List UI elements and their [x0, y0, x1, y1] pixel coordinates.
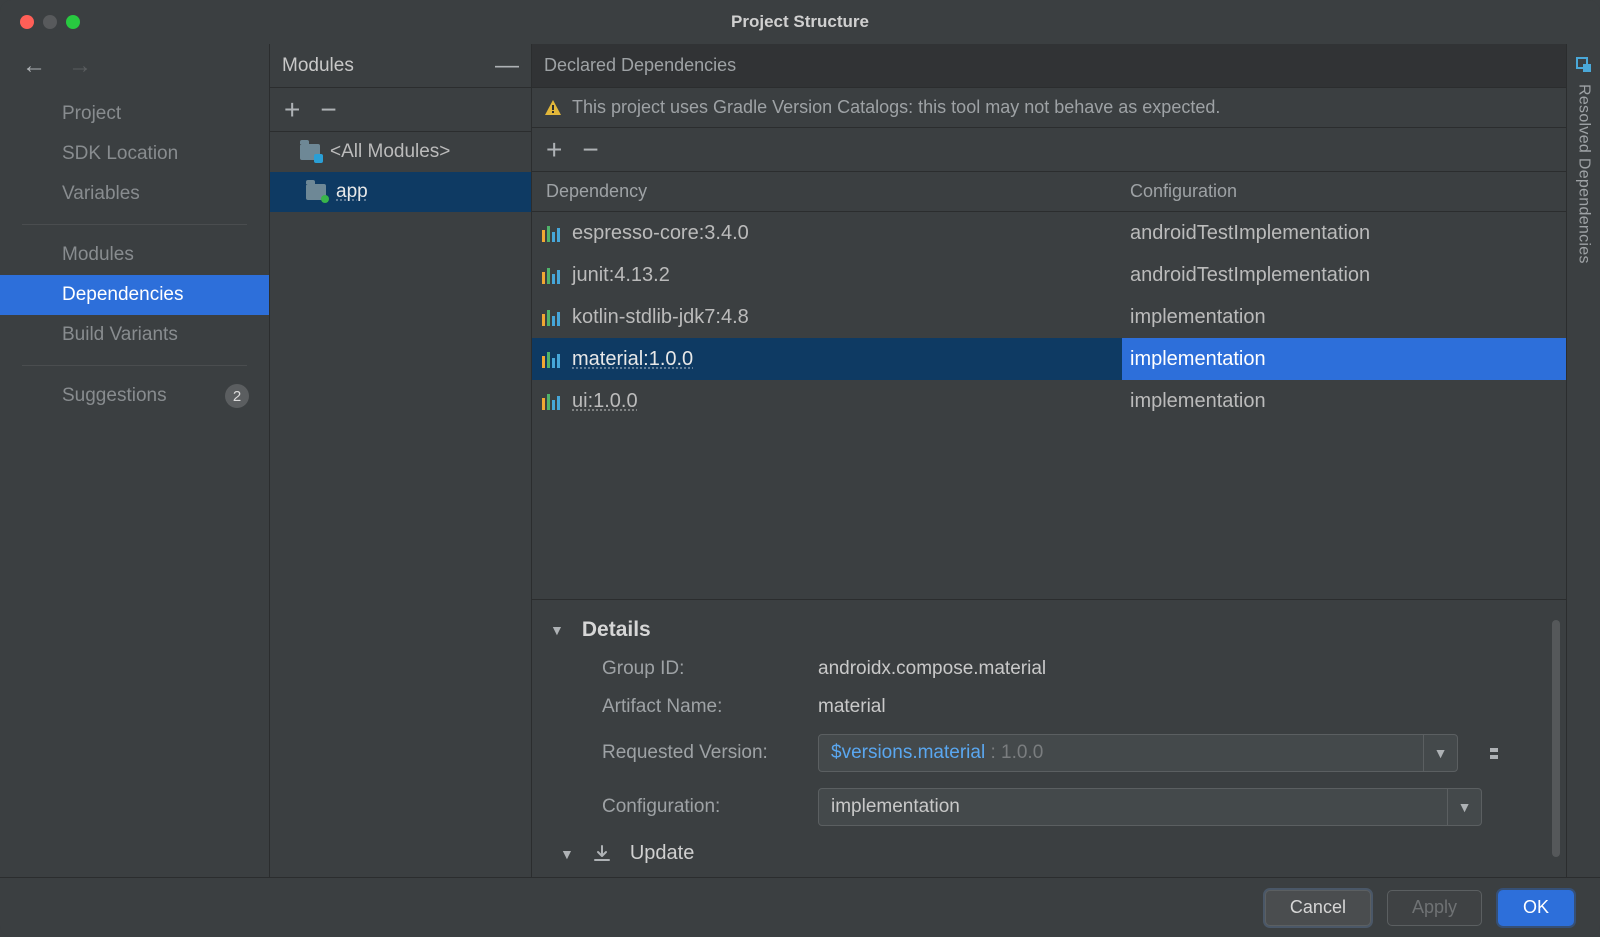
- gradle-catalog-warning: This project uses Gradle Version Catalog…: [532, 88, 1566, 128]
- modules-header: Modules —: [270, 44, 531, 88]
- nav-item-variables[interactable]: Variables: [0, 174, 269, 214]
- dependency-name: espresso-core:3.4.0: [572, 222, 749, 245]
- chevron-down-icon[interactable]: ▼: [1423, 735, 1457, 771]
- cancel-button[interactable]: Cancel: [1265, 890, 1371, 926]
- resolved-deps-icon: [1575, 56, 1593, 74]
- nav-separator: [22, 224, 247, 225]
- dependencies-columns-header: Dependency Configuration: [532, 172, 1566, 212]
- remove-dependency-button[interactable]: −: [582, 136, 598, 164]
- modules-tree: <All Modules> app: [270, 132, 531, 877]
- folder-icon: [306, 184, 326, 200]
- dependency-config: implementation: [1122, 390, 1566, 413]
- requested-version-text: $versions.material : 1.0.0: [819, 742, 1423, 764]
- warning-icon: [544, 99, 562, 117]
- update-section-header[interactable]: ▼ Update: [550, 842, 1548, 865]
- dependencies-list: espresso-core:3.4.0 androidTestImplement…: [532, 212, 1566, 422]
- column-dependency: Dependency: [532, 181, 1122, 202]
- nav-item-suggestions[interactable]: Suggestions 2: [0, 376, 269, 416]
- library-icon: [542, 266, 560, 284]
- window-title: Project Structure: [0, 12, 1600, 32]
- module-all[interactable]: <All Modules>: [270, 132, 531, 172]
- chevron-down-icon: ▼: [560, 846, 574, 862]
- library-icon: [542, 224, 560, 242]
- nav-item-build-variants[interactable]: Build Variants: [0, 315, 269, 355]
- nav-forward-icon[interactable]: →: [68, 52, 92, 80]
- dependencies-panel: Declared Dependencies This project uses …: [532, 44, 1566, 877]
- configuration-value: implementation: [819, 796, 1447, 818]
- chevron-down-icon: ▼: [550, 622, 564, 638]
- download-icon: [592, 844, 612, 864]
- artifact-name-value: material: [818, 696, 886, 718]
- left-category-nav: ← → Project SDK Location Variables Modul…: [0, 44, 270, 877]
- modules-toolbar: + −: [270, 88, 531, 132]
- history-icon[interactable]: [1490, 748, 1498, 759]
- project-structure-window: Project Structure ← → Project SDK Locati…: [0, 0, 1600, 937]
- library-icon: [542, 350, 560, 368]
- titlebar: Project Structure: [0, 0, 1600, 44]
- configuration-label: Configuration:: [602, 796, 798, 818]
- dependency-config: androidTestImplementation: [1122, 222, 1566, 245]
- declared-dependencies-header: Declared Dependencies: [532, 44, 1566, 88]
- nav-item-modules[interactable]: Modules: [0, 235, 269, 275]
- dependency-details: ▼ Details Group ID: androidx.compose.mat…: [532, 599, 1566, 877]
- module-app[interactable]: app: [270, 172, 531, 212]
- resolved-dependencies-tab[interactable]: Resolved Dependencies: [1566, 44, 1600, 877]
- dependency-row[interactable]: junit:4.13.2 androidTestImplementation: [532, 254, 1566, 296]
- dependency-name: ui:1.0.0: [572, 390, 638, 413]
- dependencies-toolbar: + −: [532, 128, 1566, 172]
- dependency-name: material:1.0.0: [572, 348, 693, 371]
- dialog-footer: Cancel Apply OK: [0, 877, 1600, 937]
- requested-version-combo[interactable]: $versions.material : 1.0.0 ▼: [818, 734, 1458, 772]
- nav-separator: [22, 365, 247, 366]
- dialog-body: ← → Project SDK Location Variables Modul…: [0, 44, 1600, 877]
- suggestions-count-badge: 2: [225, 384, 249, 408]
- details-scrollbar[interactable]: [1552, 620, 1560, 857]
- dependency-row[interactable]: material:1.0.0 implementation: [532, 338, 1566, 380]
- nav-item-dependencies[interactable]: Dependencies: [0, 275, 269, 315]
- dependency-config: androidTestImplementation: [1122, 264, 1566, 287]
- nav-back-icon[interactable]: ←: [22, 52, 46, 80]
- dependency-name: junit:4.13.2: [572, 264, 670, 287]
- dependency-row[interactable]: kotlin-stdlib-jdk7:4.8 implementation: [532, 296, 1566, 338]
- library-icon: [542, 392, 560, 410]
- chevron-down-icon[interactable]: ▼: [1447, 789, 1481, 825]
- ok-button[interactable]: OK: [1498, 890, 1574, 926]
- warning-text: This project uses Gradle Version Catalog…: [572, 97, 1220, 118]
- modules-panel: Modules — + − <All Modules> app: [270, 44, 532, 877]
- dependency-config: implementation: [1122, 306, 1566, 329]
- details-title: Details: [582, 618, 651, 642]
- folder-icon: [300, 144, 320, 160]
- add-dependency-button[interactable]: +: [546, 136, 562, 164]
- nav-item-sdk-location[interactable]: SDK Location: [0, 134, 269, 174]
- artifact-name-label: Artifact Name:: [602, 696, 798, 718]
- dependency-row[interactable]: espresso-core:3.4.0 androidTestImplement…: [532, 212, 1566, 254]
- details-header[interactable]: ▼ Details: [550, 618, 1548, 642]
- remove-module-button[interactable]: −: [320, 96, 336, 124]
- module-label: app: [336, 181, 368, 203]
- nav-history: ← →: [0, 44, 269, 88]
- nav-item-project[interactable]: Project: [0, 94, 269, 134]
- collapse-modules-icon[interactable]: —: [495, 52, 519, 80]
- modules-title: Modules: [282, 55, 354, 77]
- requested-version-label: Requested Version:: [602, 742, 798, 764]
- dependency-row[interactable]: ui:1.0.0 implementation: [532, 380, 1566, 422]
- group-id-label: Group ID:: [602, 658, 798, 680]
- group-id-value: androidx.compose.material: [818, 658, 1046, 680]
- column-configuration: Configuration: [1122, 181, 1566, 202]
- configuration-combo[interactable]: implementation ▼: [818, 788, 1482, 826]
- resolved-deps-label: Resolved Dependencies: [1575, 84, 1593, 264]
- module-label: <All Modules>: [330, 141, 450, 163]
- dependency-name: kotlin-stdlib-jdk7:4.8: [572, 306, 749, 329]
- update-title: Update: [630, 842, 695, 865]
- apply-button[interactable]: Apply: [1387, 890, 1482, 926]
- add-module-button[interactable]: +: [284, 96, 300, 124]
- dependency-config: implementation: [1122, 338, 1566, 380]
- library-icon: [542, 308, 560, 326]
